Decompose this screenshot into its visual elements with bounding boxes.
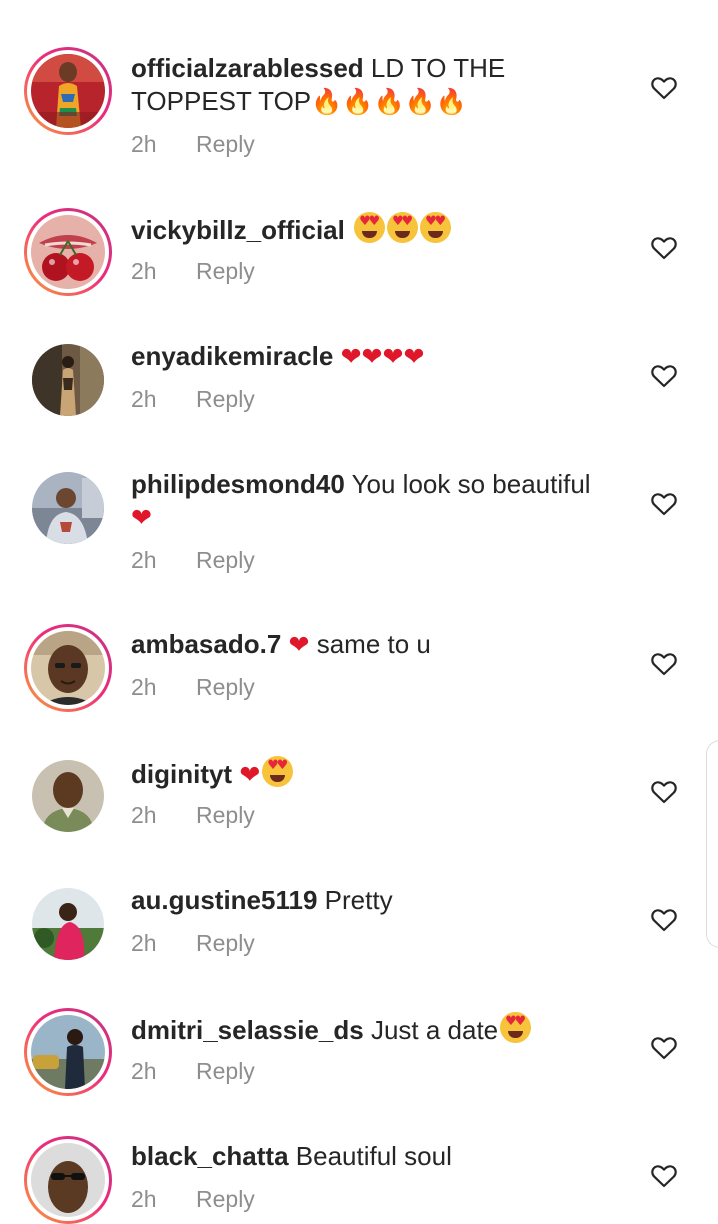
red-heart-emoji: ❤ xyxy=(382,342,404,371)
avatar-image xyxy=(32,344,104,416)
red-heart-emoji: ❤ xyxy=(340,342,362,371)
comment-username[interactable]: philipdesmond40 xyxy=(131,469,345,499)
avatar xyxy=(31,54,105,128)
comment-text: enyadikemiracle ❤❤❤❤ xyxy=(131,340,621,373)
heart-outline-icon[interactable] xyxy=(651,652,677,676)
reply-button[interactable]: Reply xyxy=(196,802,255,828)
fire-emoji: 🔥 xyxy=(342,87,374,116)
comment-body: same to u xyxy=(316,629,431,659)
fire-emoji: 🔥 xyxy=(373,87,405,116)
fire-emoji: 🔥 xyxy=(404,87,436,116)
comment-body: Pretty xyxy=(324,885,393,915)
reply-button[interactable]: Reply xyxy=(196,386,255,412)
heart-outline-icon[interactable] xyxy=(651,780,677,804)
red-heart-emoji: ❤ xyxy=(288,630,310,659)
heart-eyes-emoji xyxy=(262,756,294,787)
comment-meta: 2h Reply xyxy=(131,802,255,829)
avatar-story-ring[interactable] xyxy=(24,1136,112,1224)
comment-username[interactable]: black_chatta xyxy=(131,1141,289,1171)
reply-button[interactable]: Reply xyxy=(196,258,255,284)
reply-button[interactable]: Reply xyxy=(196,1186,255,1212)
comment-meta: 2h Reply xyxy=(131,930,255,957)
red-heart-emoji: ❤ xyxy=(403,342,425,371)
comment-body: LD TO THE xyxy=(370,53,506,83)
comment-body: Just a date xyxy=(370,1015,499,1045)
comment-text: ambasado.7 ❤ same to u xyxy=(131,628,621,661)
comment-text: black_chatta Beautiful soul xyxy=(131,1140,621,1173)
heart-outline-icon[interactable] xyxy=(651,236,677,260)
comment-text: philipdesmond40 You look so beautiful ❤ xyxy=(131,468,621,534)
comment-timestamp: 2h xyxy=(131,674,157,700)
avatar xyxy=(31,1143,105,1217)
avatar-image xyxy=(32,888,104,960)
avatar[interactable] xyxy=(32,344,104,416)
avatar[interactable] xyxy=(32,760,104,832)
heart-outline-icon[interactable] xyxy=(651,364,677,388)
comment-timestamp: 2h xyxy=(131,1058,157,1084)
comment-timestamp: 2h xyxy=(131,258,157,284)
edge-panel-handle[interactable] xyxy=(706,740,718,948)
heart-outline-icon[interactable] xyxy=(651,76,677,100)
comment-text: officialzarablessed LD TO THE TOPPEST TO… xyxy=(131,52,621,118)
comment-username[interactable]: ambasado.7 xyxy=(131,629,281,659)
reply-button[interactable]: Reply xyxy=(196,547,255,573)
comment-username[interactable]: au.gustine5119 xyxy=(131,885,317,915)
avatar[interactable] xyxy=(32,888,104,960)
comment-timestamp: 2h xyxy=(131,131,157,157)
red-heart-emoji: ❤ xyxy=(131,503,152,532)
comment-username[interactable]: dmitri_selassie_ds xyxy=(131,1015,364,1045)
heart-outline-icon[interactable] xyxy=(651,908,677,932)
comment-body: Beautiful soul xyxy=(295,1141,452,1171)
comment-username[interactable]: vickybillz_official xyxy=(131,215,345,245)
comment-timestamp: 2h xyxy=(131,802,157,828)
red-heart-emoji: ❤ xyxy=(239,760,261,789)
comment-body: You look so beautiful xyxy=(351,469,591,499)
comment-text: vickybillz_official xyxy=(131,212,621,247)
avatar-story-ring[interactable] xyxy=(24,624,112,712)
avatar xyxy=(31,631,105,705)
heart-eyes-emoji xyxy=(420,212,452,243)
comment-timestamp: 2h xyxy=(131,930,157,956)
red-heart-emoji: ❤ xyxy=(361,342,383,371)
avatar-image xyxy=(32,760,104,832)
comment-timestamp: 2h xyxy=(131,547,157,573)
avatar xyxy=(31,1015,105,1089)
comment-meta: 2h Reply xyxy=(131,1058,255,1085)
comment-body: TOPPEST TOP xyxy=(131,86,312,116)
comment-text: au.gustine5119 Pretty xyxy=(131,884,621,917)
avatar-story-ring[interactable] xyxy=(24,47,112,135)
heart-eyes-emoji xyxy=(354,212,386,243)
reply-button[interactable]: Reply xyxy=(196,674,255,700)
comment-meta: 2h Reply xyxy=(131,1186,255,1213)
comment-meta: 2h Reply xyxy=(131,386,255,413)
comment-text: dmitri_selassie_ds Just a date xyxy=(131,1012,621,1047)
heart-eyes-emoji xyxy=(387,212,419,243)
reply-button[interactable]: Reply xyxy=(196,1058,255,1084)
reply-button[interactable]: Reply xyxy=(196,930,255,956)
avatar-story-ring[interactable] xyxy=(24,1008,112,1096)
comments-list: officialzarablessed LD TO THE TOPPEST TO… xyxy=(0,0,718,1224)
comment-meta: 2h Reply xyxy=(131,674,255,701)
heart-eyes-emoji xyxy=(500,1012,532,1043)
comment-username[interactable]: enyadikemiracle xyxy=(131,341,333,371)
comment-username[interactable]: officialzarablessed xyxy=(131,53,364,83)
heart-outline-icon[interactable] xyxy=(651,492,677,516)
comment-username[interactable]: diginityt xyxy=(131,759,232,789)
heart-outline-icon[interactable] xyxy=(651,1036,677,1060)
reply-button[interactable]: Reply xyxy=(196,131,255,157)
comment-meta: 2h Reply xyxy=(131,131,255,158)
comment-meta: 2h Reply xyxy=(131,547,255,574)
comment-timestamp: 2h xyxy=(131,1186,157,1212)
avatar[interactable] xyxy=(32,472,104,544)
comment-text: diginityt ❤ xyxy=(131,756,621,791)
avatar-image xyxy=(32,472,104,544)
fire-emoji: 🔥 xyxy=(435,87,467,116)
comment-meta: 2h Reply xyxy=(131,258,255,285)
fire-emoji: 🔥 xyxy=(311,87,343,116)
avatar-story-ring[interactable] xyxy=(24,208,112,296)
heart-outline-icon[interactable] xyxy=(651,1164,677,1188)
avatar xyxy=(31,215,105,289)
comment-timestamp: 2h xyxy=(131,386,157,412)
